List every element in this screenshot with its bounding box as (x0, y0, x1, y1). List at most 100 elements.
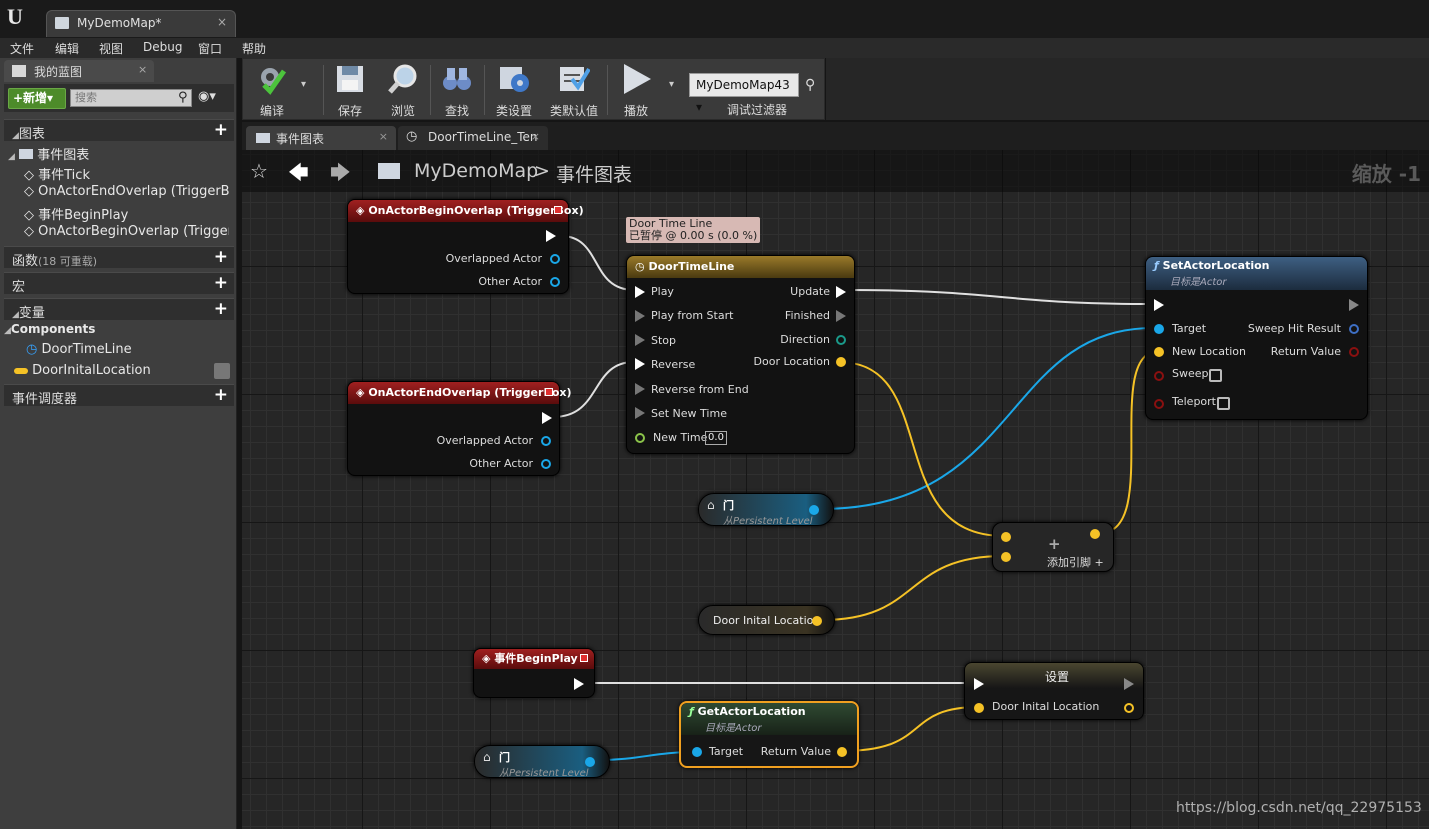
add-dispatcher-icon[interactable]: + (214, 385, 228, 405)
function-node-set-actor-location[interactable]: ƒ SetActorLocation 目标是Actor Target New Lo… (1145, 256, 1368, 420)
vector-out-pin[interactable] (812, 616, 822, 626)
exec-in-pin[interactable] (635, 383, 645, 395)
close-icon[interactable]: × (531, 130, 540, 143)
tab-event-graph[interactable]: 事件图表 × (246, 126, 396, 150)
variable-get-node[interactable]: Door Inital Location (698, 605, 835, 635)
struct-out-pin[interactable] (1349, 324, 1359, 334)
debug-filter-select[interactable]: MyDemoMap43 ▾ (689, 73, 799, 114)
object-in-pin[interactable] (1154, 324, 1164, 334)
exec-out-pin[interactable] (1124, 678, 1134, 690)
exec-in-pin[interactable] (635, 334, 645, 346)
add-function-icon[interactable]: + (214, 247, 228, 267)
breadcrumb-graph[interactable]: 事件图表 (556, 160, 632, 187)
exec-out-pin[interactable] (542, 412, 552, 424)
variable-set-node[interactable]: 设置 Door Inital Location (964, 662, 1144, 720)
event-item[interactable]: ◇ 事件BeginPlay (24, 204, 128, 223)
object-out-pin[interactable] (809, 505, 819, 515)
delegate-pin[interactable] (545, 388, 553, 396)
search-icon[interactable]: ⚲ (178, 90, 188, 105)
object-in-pin[interactable] (692, 747, 702, 757)
add-pin-button[interactable]: 添加引脚 + (1047, 554, 1104, 570)
exec-in-pin[interactable] (635, 358, 645, 370)
compile-button[interactable]: 编译 (245, 61, 299, 119)
close-icon[interactable]: × (138, 63, 147, 76)
event-item[interactable]: ◇ OnActorEndOverlap (TriggerBox (24, 184, 229, 199)
vector-out-pin[interactable] (837, 747, 847, 757)
menu-file[interactable]: 文件 (10, 40, 34, 57)
play-button[interactable]: 播放 (609, 61, 663, 119)
vector-out-pin[interactable] (1124, 703, 1134, 713)
menu-view[interactable]: 视图 (99, 40, 123, 57)
class-defaults-button[interactable]: 类默认值 (547, 61, 601, 119)
close-icon[interactable]: × (379, 130, 388, 143)
add-variable-icon[interactable]: + (214, 299, 228, 319)
section-graphs[interactable]: ◢图表 + (4, 119, 234, 142)
vector-in-pin[interactable] (1154, 347, 1164, 357)
save-button[interactable]: 保存 (323, 61, 377, 119)
vector-out-pin[interactable] (1090, 529, 1100, 539)
add-node[interactable]: + 添加引脚 + (992, 522, 1114, 572)
event-node-begin-play[interactable]: ◈ 事件BeginPlay (473, 648, 595, 698)
timeline-node[interactable]: ◷ DoorTimeLine Play Play from Start Stop… (626, 255, 855, 454)
exec-in-pin[interactable] (635, 286, 645, 298)
graph-canvas[interactable]: ☆ 🡄 🡆 MyDemoMap > 事件图表 缩放 -1 ◈ OnActorBe… (242, 150, 1429, 829)
add-graph-icon[interactable]: + (214, 120, 228, 140)
actor-reference-node[interactable]: ⌂ 门 从Persistent Level (474, 745, 610, 779)
section-variables[interactable]: ◢变量 + (4, 298, 234, 321)
variable-item[interactable]: DoorInitalLocation (14, 363, 232, 379)
exec-in-pin[interactable] (1154, 299, 1164, 311)
add-macro-icon[interactable]: + (214, 273, 228, 293)
vector-out-pin[interactable] (836, 357, 846, 367)
float-in-pin[interactable] (635, 433, 645, 443)
exec-out-pin[interactable] (836, 310, 846, 322)
document-tab[interactable]: MyDemoMap* × (46, 10, 236, 37)
components-category[interactable]: ◢Components (4, 322, 95, 336)
star-icon[interactable]: ☆ (250, 159, 268, 183)
back-arrow-icon[interactable]: 🡄 (288, 158, 309, 192)
bool-in-pin[interactable] (1154, 371, 1164, 381)
object-out-pin[interactable] (550, 254, 560, 264)
vector-in-pin[interactable] (974, 703, 984, 713)
menu-edit[interactable]: 编辑 (55, 40, 79, 57)
play-options-arrow-icon[interactable]: ▾ (669, 79, 674, 90)
component-item[interactable]: ◷ DoorTimeLine (26, 342, 132, 357)
object-out-pin[interactable] (541, 459, 551, 469)
object-out-pin[interactable] (550, 277, 560, 287)
object-out-pin[interactable] (585, 757, 595, 767)
class-settings-button[interactable]: 类设置 (487, 61, 541, 119)
forward-arrow-icon[interactable]: 🡆 (330, 158, 351, 192)
object-out-pin[interactable] (541, 436, 551, 446)
eye-icon[interactable]: ◉▾ (198, 89, 216, 104)
exec-in-pin[interactable] (974, 678, 984, 690)
menu-help[interactable]: 帮助 (242, 40, 266, 57)
exec-in-pin[interactable] (635, 407, 645, 419)
find-button[interactable]: 查找 (430, 61, 484, 119)
actor-reference-node[interactable]: ⌂ 门 从Persistent Level (698, 493, 834, 527)
tab-timeline[interactable]: ◷ DoorTimeLine_Ten × (398, 126, 548, 150)
my-blueprint-tab[interactable]: 我的蓝图 × (4, 60, 154, 82)
exec-in-pin[interactable] (635, 310, 645, 322)
event-node-begin-overlap[interactable]: ◈ OnActorBeginOverlap (TriggerBox) Overl… (347, 199, 584, 294)
bool-in-pin[interactable] (1154, 399, 1164, 409)
breadcrumb-map[interactable]: MyDemoMap (414, 160, 538, 182)
event-item[interactable]: ◇ OnActorBeginOverlap (TriggerBo (24, 224, 229, 239)
close-icon[interactable]: × (217, 15, 227, 29)
event-node-end-overlap[interactable]: ◈ OnActorEndOverlap (TriggerBox) Overlap… (347, 381, 572, 476)
compile-options-arrow-icon[interactable]: ▾ (301, 79, 306, 90)
sweep-checkbox[interactable] (1209, 369, 1222, 382)
function-node-get-actor-location[interactable]: ƒ GetActorLocation 目标是Actor Target Return… (679, 701, 859, 768)
search-input[interactable]: 搜索 (70, 89, 192, 107)
delegate-pin[interactable] (580, 654, 588, 662)
vector-in-pin[interactable] (1001, 552, 1011, 562)
exec-out-pin[interactable] (574, 678, 584, 690)
teleport-checkbox[interactable] (1217, 397, 1230, 410)
section-macros[interactable]: 宏 + (4, 272, 234, 295)
new-time-input[interactable]: 0.0 (705, 431, 727, 445)
section-functions[interactable]: 函数(18 可重载) + (4, 246, 234, 269)
enum-out-pin[interactable] (836, 335, 846, 345)
visibility-toggle-icon[interactable] (214, 363, 230, 379)
exec-out-pin[interactable] (836, 286, 846, 298)
event-graph-item[interactable]: ◢ 事件图表 (8, 144, 89, 163)
menu-debug[interactable]: Debug (143, 40, 182, 54)
exec-out-pin[interactable] (546, 230, 556, 242)
